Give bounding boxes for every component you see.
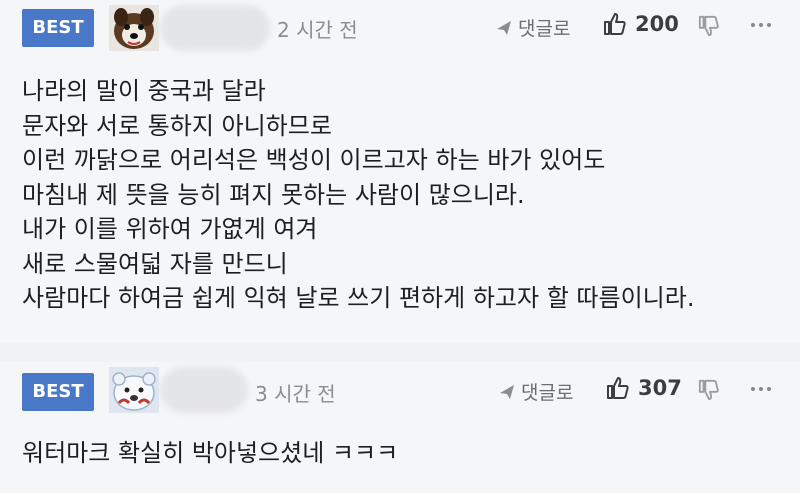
polar-bear-avatar-icon <box>109 367 159 413</box>
like-button[interactable]: 200 <box>603 12 679 36</box>
comment-line: 나라의 말이 중국과 달라 <box>22 77 266 105</box>
thumbs-down-icon <box>698 379 719 401</box>
thumbs-up-icon <box>604 13 626 35</box>
comment-line: 워터마크 확실히 박아넣으셨네 ㅋㅋㅋ <box>22 439 399 467</box>
reply-label: 댓글로 <box>518 18 571 40</box>
reply-arrow-icon <box>497 20 511 35</box>
reply-arrow-icon <box>500 384 514 399</box>
reply-button[interactable]: 댓글로 <box>499 378 573 405</box>
comment-line: 사람마다 하여금 쉽게 익혀 날로 쓰기 편하게 하고자 할 따름이니라. <box>22 284 695 312</box>
comment-line: 이런 까닭으로 어리석은 백성이 이르고자 하는 바가 있어도 <box>22 146 606 174</box>
reply-button[interactable]: 댓글로 <box>496 14 570 41</box>
more-options-button[interactable] <box>750 17 772 33</box>
best-badge: BEST <box>22 373 94 411</box>
thumbs-up-icon <box>607 377 629 399</box>
username-blurred <box>160 367 248 413</box>
like-count: 307 <box>638 376 682 400</box>
like-count: 200 <box>635 12 679 36</box>
reply-label: 댓글로 <box>521 382 574 404</box>
comment-time: 2 시간 전 <box>277 18 358 42</box>
more-dots-icon <box>751 387 771 391</box>
avatar[interactable] <box>109 5 159 51</box>
comment-item: BEST 2 시간 전 댓글로 200 나라의 말이 중국과 달라 문자와 서로… <box>0 0 800 343</box>
best-badge: BEST <box>22 9 94 47</box>
comment-item: BEST 3 시간 전 댓글로 307 워터마크 확실히 박아넣으셨네 ㅋㅋㅋ <box>0 362 800 493</box>
more-dots-icon <box>751 23 771 27</box>
thumbs-down-icon <box>698 15 719 37</box>
comment-body: 나라의 말이 중국과 달라 문자와 서로 통하지 아니하므로 이런 까닭으로 어… <box>22 74 694 316</box>
username-blurred <box>160 5 270 51</box>
avatar[interactable] <box>109 367 159 413</box>
comment-line: 내가 이를 위하여 가엾게 여겨 <box>22 215 318 243</box>
comment-line: 마침내 제 뜻을 능히 펴지 못하는 사람이 많으니라. <box>22 180 525 209</box>
comment-line: 문자와 서로 통하지 아니하므로 <box>22 111 332 140</box>
dog-avatar-icon <box>109 5 159 51</box>
dislike-button[interactable] <box>698 15 720 41</box>
dislike-button[interactable] <box>698 379 720 405</box>
comment-time: 3 시간 전 <box>255 382 336 406</box>
comment-body: 워터마크 확실히 박아넣으셨네 ㅋㅋㅋ <box>22 436 398 471</box>
like-button[interactable]: 307 <box>606 376 682 400</box>
more-options-button[interactable] <box>750 381 772 397</box>
comment-line: 새로 스물여덟 자를 만드니 <box>22 249 288 278</box>
